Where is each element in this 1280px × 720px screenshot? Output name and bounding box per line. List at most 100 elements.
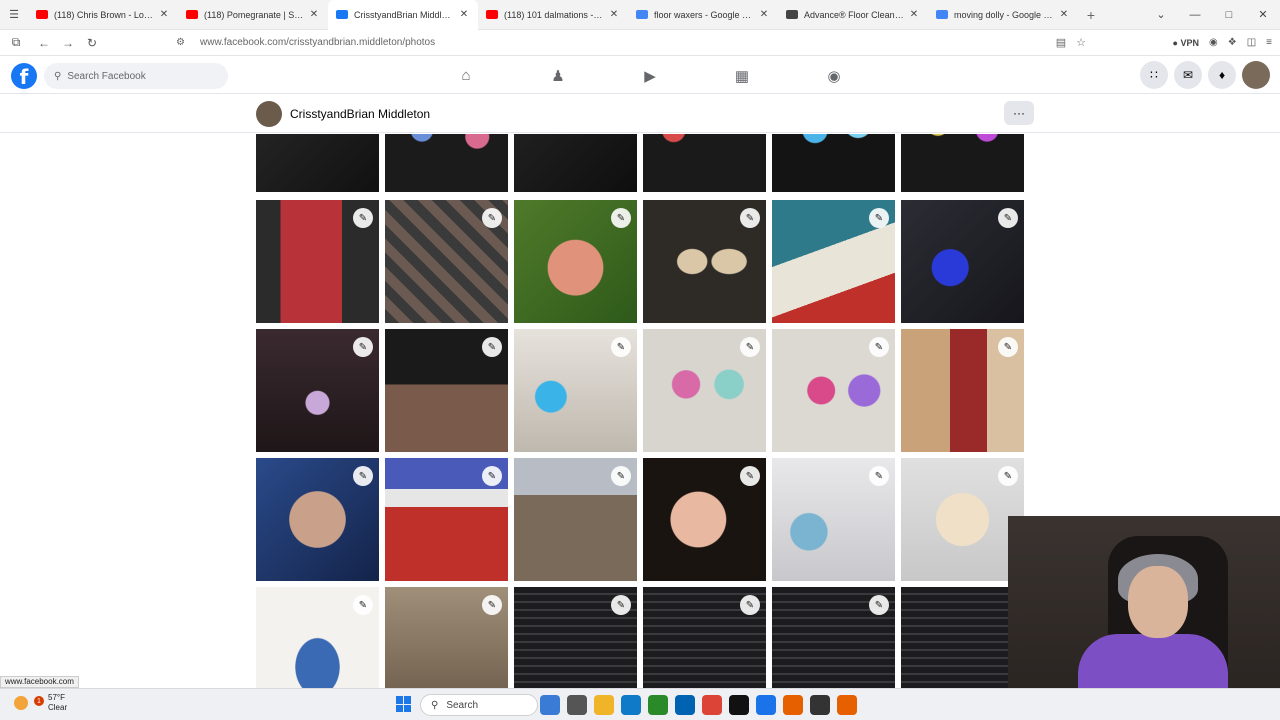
- photo-thumbnail[interactable]: ✎: [385, 587, 508, 688]
- photo-thumbnail[interactable]: ✎: [772, 329, 895, 452]
- photo-thumbnail[interactable]: ✎: [256, 329, 379, 452]
- photo-thumbnail[interactable]: ✎: [772, 587, 895, 688]
- close-tab-icon[interactable]: ✕: [908, 9, 920, 20]
- edit-pencil-icon[interactable]: ✎: [353, 595, 373, 615]
- edit-pencil-icon[interactable]: ✎: [482, 466, 502, 486]
- friends-icon[interactable]: ♟: [512, 57, 604, 94]
- new-tab-icon[interactable]: +: [1078, 7, 1104, 23]
- edit-pencil-icon[interactable]: ✎: [482, 595, 502, 615]
- photo-thumbnail[interactable]: ✎: [643, 200, 766, 323]
- photo-thumbnail[interactable]: ✎: [385, 458, 508, 581]
- taskbar-app-icon[interactable]: [837, 695, 857, 715]
- url-field[interactable]: ⚙ www.facebook.com/crisstyandbrian.middl…: [176, 32, 1086, 54]
- photo-thumbnail[interactable]: [901, 134, 1024, 192]
- edit-pencil-icon[interactable]: ✎: [740, 595, 760, 615]
- edit-pencil-icon[interactable]: ✎: [611, 595, 631, 615]
- taskbar-search[interactable]: ⚲ Search: [420, 694, 538, 716]
- browser-tab[interactable]: Advance® Floor Cleaning Mach ✕: [778, 0, 928, 30]
- profile-avatar[interactable]: [256, 101, 282, 127]
- photo-thumbnail[interactable]: [385, 134, 508, 192]
- taskbar-app-icon[interactable]: [675, 695, 695, 715]
- close-tab-icon[interactable]: ✕: [758, 9, 770, 20]
- profile-name[interactable]: CrisstyandBrian Middleton: [290, 107, 430, 121]
- edit-pencil-icon[interactable]: ✎: [998, 466, 1018, 486]
- edit-pencil-icon[interactable]: ✎: [740, 208, 760, 228]
- menu-grid-icon[interactable]: ∷: [1140, 61, 1168, 89]
- photo-thumbnail[interactable]: ✎: [256, 200, 379, 323]
- maximize-icon[interactable]: □: [1212, 9, 1246, 21]
- browser-tab[interactable]: (118) 101 dalmations - YouTube ✕: [478, 0, 628, 30]
- collections-icon[interactable]: ⧉: [4, 35, 28, 50]
- facebook-search-input[interactable]: ⚲ Search Facebook: [44, 63, 228, 89]
- edit-pencil-icon[interactable]: ✎: [611, 337, 631, 357]
- taskbar-app-icon[interactable]: [783, 695, 803, 715]
- edit-pencil-icon[interactable]: ✎: [611, 466, 631, 486]
- edit-pencil-icon[interactable]: ✎: [869, 208, 889, 228]
- notifications-icon[interactable]: ♦: [1208, 61, 1236, 89]
- taskbar-app-icon[interactable]: [810, 695, 830, 715]
- edit-pencil-icon[interactable]: ✎: [869, 337, 889, 357]
- browser-tab[interactable]: floor waxers - Google Search ✕: [628, 0, 778, 30]
- close-tab-icon[interactable]: ✕: [1058, 9, 1070, 20]
- taskbar-app-icon[interactable]: [540, 695, 560, 715]
- edit-pencil-icon[interactable]: ✎: [611, 208, 631, 228]
- taskbar-app-icon[interactable]: [702, 695, 722, 715]
- reload-icon[interactable]: ↻: [80, 36, 104, 50]
- facebook-logo-icon[interactable]: f: [11, 63, 37, 89]
- start-button[interactable]: [396, 696, 412, 712]
- photo-thumbnail[interactable]: [772, 134, 895, 192]
- video-icon[interactable]: ▶: [604, 57, 696, 94]
- edit-pencil-icon[interactable]: ✎: [998, 208, 1018, 228]
- menu-icon[interactable]: ≡: [1266, 37, 1272, 48]
- photo-thumbnail[interactable]: [643, 134, 766, 192]
- browser-tab[interactable]: moving dolly - Google Search ✕: [928, 0, 1078, 30]
- photo-thumbnail[interactable]: ✎: [385, 329, 508, 452]
- minimize-icon[interactable]: —: [1178, 9, 1212, 21]
- wallet-icon[interactable]: ◉: [1209, 37, 1218, 48]
- browser-tab[interactable]: (118) Pomegranate | Sci-Fi Short ✕: [178, 0, 328, 30]
- close-window-icon[interactable]: ✕: [1246, 8, 1280, 21]
- close-tab-icon[interactable]: ✕: [458, 9, 470, 20]
- photo-thumbnail[interactable]: ✎: [514, 458, 637, 581]
- photo-thumbnail[interactable]: ✎: [901, 329, 1024, 452]
- photo-thumbnail[interactable]: ✎: [772, 200, 895, 323]
- extensions-icon[interactable]: ❖: [1228, 37, 1237, 48]
- tab-search-icon[interactable]: ⌄: [1144, 8, 1178, 21]
- home-icon[interactable]: ⌂: [420, 57, 512, 94]
- taskbar-app-icon[interactable]: [756, 695, 776, 715]
- vpn-badge[interactable]: ● VPN: [1173, 38, 1199, 48]
- photo-thumbnail[interactable]: ✎: [514, 200, 637, 323]
- edit-pencil-icon[interactable]: ✎: [353, 208, 373, 228]
- photo-thumbnail[interactable]: ✎: [772, 458, 895, 581]
- tab-actions-icon[interactable]: ☰: [0, 0, 28, 30]
- groups-icon[interactable]: ◉: [788, 57, 880, 94]
- more-options-button[interactable]: ···: [1004, 101, 1034, 125]
- edit-pencil-icon[interactable]: ✎: [482, 208, 502, 228]
- messenger-icon[interactable]: ✉: [1174, 61, 1202, 89]
- taskbar-app-icon[interactable]: [729, 695, 749, 715]
- close-tab-icon[interactable]: ✕: [308, 9, 320, 20]
- photo-thumbnail[interactable]: ✎: [514, 329, 637, 452]
- sidebar-icon[interactable]: ◫: [1247, 37, 1256, 48]
- photo-thumbnail[interactable]: ✎: [643, 587, 766, 688]
- photo-thumbnail[interactable]: ✎: [643, 458, 766, 581]
- photo-thumbnail[interactable]: ✎: [901, 200, 1024, 323]
- close-tab-icon[interactable]: ✕: [158, 9, 170, 20]
- taskbar-app-icon[interactable]: [621, 695, 641, 715]
- back-icon[interactable]: ←: [32, 36, 56, 50]
- edit-pencil-icon[interactable]: ✎: [353, 466, 373, 486]
- edit-pencil-icon[interactable]: ✎: [353, 337, 373, 357]
- photo-thumbnail[interactable]: ✎: [385, 200, 508, 323]
- edit-pencil-icon[interactable]: ✎: [998, 337, 1018, 357]
- photo-thumbnail[interactable]: [901, 587, 1024, 688]
- taskbar-app-icon[interactable]: [594, 695, 614, 715]
- weather-widget[interactable]: 1 57°F Clear: [14, 693, 67, 713]
- photo-thumbnail[interactable]: ✎: [643, 329, 766, 452]
- edit-pencil-icon[interactable]: ✎: [740, 466, 760, 486]
- photo-thumbnail[interactable]: [514, 134, 637, 192]
- close-tab-icon[interactable]: ✕: [608, 9, 620, 20]
- reader-mode-icon[interactable]: ▤: [1056, 36, 1066, 49]
- marketplace-icon[interactable]: ▦: [696, 57, 788, 94]
- browser-tab[interactable]: CrisstyandBrian Middleton | Fac ✕: [328, 0, 478, 30]
- edit-pencil-icon[interactable]: ✎: [869, 595, 889, 615]
